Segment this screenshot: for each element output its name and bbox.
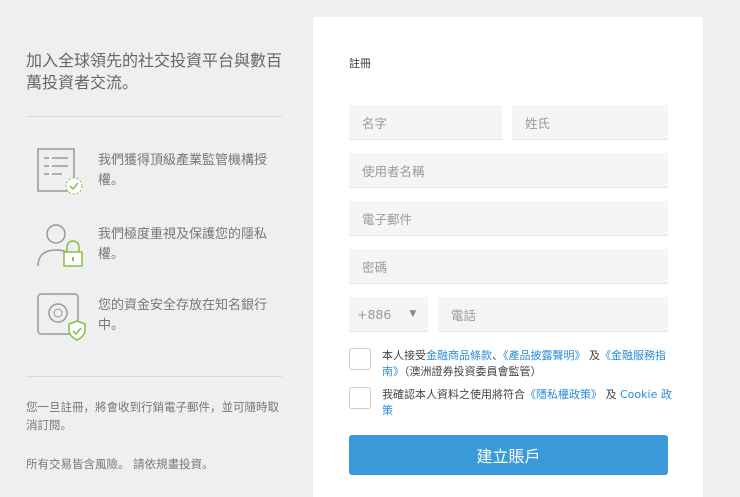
and: 及 xyxy=(589,349,600,362)
country-code-value: +886 xyxy=(357,306,392,322)
phone-input[interactable]: 電話 xyxy=(438,297,668,332)
marketing-email-note: 您一旦註冊，將會收到行銷電子郵件，並可隨時取消訂閱。 xyxy=(26,400,279,432)
feature-text: 我們極度重視及保護您的隱私權。 xyxy=(98,227,268,262)
marketing-panel: 加入全球領先的社交投資平台與數百萬投資者交流。 xyxy=(26,50,282,117)
terms-text: 本人接受金融商品條款、《產品披露聲明》 及《金融服務指南》（澳洲證券投資委員會監… xyxy=(382,348,672,380)
terms-suffix: （澳洲證券投資委員會監管） xyxy=(404,365,542,378)
create-account-button[interactable]: 建立賬戶 xyxy=(349,435,668,475)
terms-checkbox[interactable] xyxy=(349,348,371,370)
email-input[interactable]: 電子郵件 xyxy=(349,201,668,236)
feature-privacy: 我們極度重視及保護您的隱私權。 xyxy=(36,220,268,270)
first-name-input[interactable]: 名字 xyxy=(349,105,502,140)
safe-icon xyxy=(37,293,86,341)
password-input[interactable]: 密碼 xyxy=(349,249,668,284)
country-code-select[interactable]: +886 ▼ xyxy=(349,297,428,332)
user-lock-icon xyxy=(37,224,83,267)
pds-link[interactable]: 《產品披露聲明》 xyxy=(503,349,586,362)
risk-note: 所有交易皆含風險。 請依規畫投資。 xyxy=(26,457,214,471)
privacy-checkbox[interactable] xyxy=(349,387,371,409)
feature-funds: 您的資金安全存放在知名銀行中。 xyxy=(36,291,268,341)
feature-regulation: 我們獲得頂級產業監管機構授權。 xyxy=(36,146,268,196)
username-input[interactable]: 使用者名稱 xyxy=(349,153,668,188)
divider xyxy=(26,376,282,377)
sep: 、 xyxy=(492,349,503,362)
privacy-policy-link[interactable]: 《隱私權政策》 xyxy=(525,388,602,401)
terms-prefix: 本人接受 xyxy=(382,349,426,362)
feature-text: 您的資金安全存放在知名銀行中。 xyxy=(98,298,268,333)
checklist-icon xyxy=(37,148,83,195)
chevron-down-icon: ▼ xyxy=(409,309,417,319)
last-name-input[interactable]: 姓氏 xyxy=(512,105,668,140)
form-title: 註冊 xyxy=(349,57,371,70)
divider xyxy=(26,116,282,117)
headline: 加入全球領先的社交投資平台與數百萬投資者交流。 xyxy=(26,51,283,92)
terms-link[interactable]: 金融商品條款 xyxy=(426,349,492,362)
and: 及 xyxy=(605,388,617,401)
signup-form: 註冊 名字 姓氏 使用者名稱 電子郵件 密碼 +886 ▼ 電話 本人接受金融商品… xyxy=(313,17,703,497)
privacy-prefix: 我確認本人資料之使用將符合 xyxy=(382,388,525,401)
privacy-text: 我確認本人資料之使用將符合《隱私權政策》 及 Cookie 政策 xyxy=(382,387,672,419)
feature-text: 我們獲得頂級產業監管機構授權。 xyxy=(98,153,268,188)
